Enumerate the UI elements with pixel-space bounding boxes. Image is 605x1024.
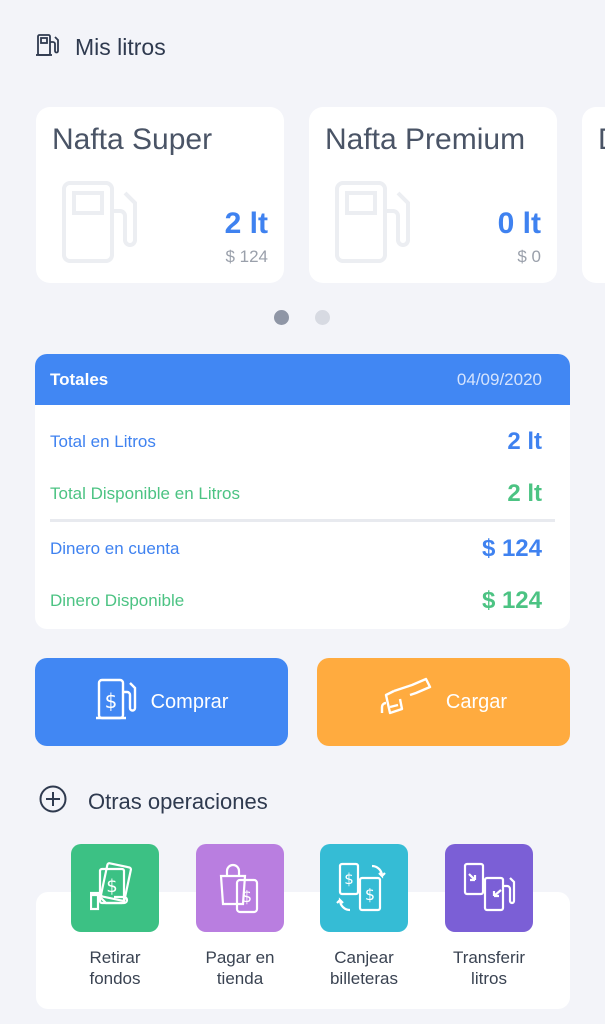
transfer-pumps-icon	[445, 844, 533, 932]
shopping-bag-phone-icon: $	[196, 844, 284, 932]
load-button-label: Cargar	[445, 690, 508, 713]
account-money-row: Dinero en cuenta $ 124	[50, 535, 542, 563]
fuel-card-premium[interactable]: Nafta Premium 0 lt $ 0	[309, 107, 557, 283]
exchange-wallets-button[interactable]: $ $ Canjear billeteras	[309, 844, 419, 989]
transfer-liters-button[interactable]: Transferir litros	[434, 844, 544, 989]
carousel-pagination	[274, 310, 330, 325]
svg-text:$: $	[242, 887, 252, 906]
withdraw-funds-label: Retirar fondos	[89, 948, 141, 988]
totals-header: Totales 04/09/2020	[35, 354, 570, 405]
dollar-pump-icon: $	[95, 676, 137, 728]
totals-panel: Totales 04/09/2020 Total en Litros 2 lt …	[35, 354, 570, 629]
row-label: Total en Litros	[50, 432, 156, 451]
row-value: 2 lt	[507, 480, 542, 507]
row-value: $ 124	[481, 535, 542, 562]
row-label: Total Disponible en Litros	[50, 484, 240, 503]
fuel-card-name: Nafta Premium	[325, 123, 526, 156]
buy-button-label: Comprar	[150, 690, 229, 713]
transfer-liters-label: Transferir litros	[452, 948, 526, 988]
totals-date: 04/09/2020	[456, 369, 542, 389]
fuel-card-super[interactable]: Nafta Super 2 lt $ 124	[36, 107, 284, 283]
svg-text:$: $	[344, 870, 354, 888]
svg-text:$: $	[365, 885, 375, 904]
totals-label: Totales	[50, 369, 109, 389]
fuel-nozzle-icon	[380, 677, 432, 727]
fuel-cards-carousel[interactable]: Nafta Super 2 lt $ 124 Nafta Premium 0 l…	[36, 107, 605, 283]
available-liters-row: Total Disponible en Litros 2 lt	[50, 480, 542, 508]
page-title: Mis litros	[75, 34, 166, 60]
row-label: Dinero Disponible	[50, 591, 185, 610]
cash-hand-icon: $	[71, 844, 159, 932]
row-label: Dinero en cuenta	[50, 539, 180, 558]
fuel-card-liters: 0 lt	[497, 207, 541, 240]
total-liters-row: Total en Litros 2 lt	[50, 428, 542, 456]
svg-text:$: $	[106, 876, 117, 897]
exchange-wallets-icon: $ $	[320, 844, 408, 932]
svg-text:$: $	[104, 689, 117, 713]
fuel-pump-icon	[35, 32, 61, 63]
divider	[50, 519, 555, 522]
plus-circle-icon	[38, 784, 68, 819]
fuel-card-money: $ 0	[517, 247, 541, 266]
other-operations-title: Otras operaciones	[88, 788, 268, 814]
load-button[interactable]: Cargar	[317, 658, 570, 746]
withdraw-funds-button[interactable]: $ Retirar fondos	[60, 844, 170, 989]
pagination-dot[interactable]	[315, 310, 330, 325]
app-screen: Mis litros Nafta Super 2 lt $ 124 Nafta …	[0, 0, 605, 1024]
available-money-row: Dinero Disponible $ 124	[50, 587, 542, 615]
fuel-card-name: D	[598, 123, 605, 157]
other-operations-header[interactable]: Otras operaciones	[38, 784, 268, 819]
row-value: $ 124	[481, 587, 542, 614]
fuel-pump-watermark-icon	[60, 177, 140, 272]
fuel-card-money: $ 124	[225, 247, 268, 266]
pay-in-store-label: Pagar en tienda	[205, 948, 275, 988]
exchange-wallets-label: Canjear billeteras	[329, 948, 399, 988]
row-value: 2 lt	[507, 428, 542, 455]
pay-in-store-button[interactable]: $ Pagar en tienda	[185, 844, 295, 989]
pagination-dot-active[interactable]	[274, 310, 289, 325]
fuel-card-liters: 2 lt	[224, 207, 268, 240]
fuel-card-name: Nafta Super	[52, 123, 213, 156]
fuel-card-next[interactable]: D	[582, 107, 605, 283]
buy-button[interactable]: $ Comprar	[35, 658, 288, 746]
page-header: Mis litros	[35, 32, 166, 63]
fuel-pump-watermark-icon	[333, 177, 413, 272]
